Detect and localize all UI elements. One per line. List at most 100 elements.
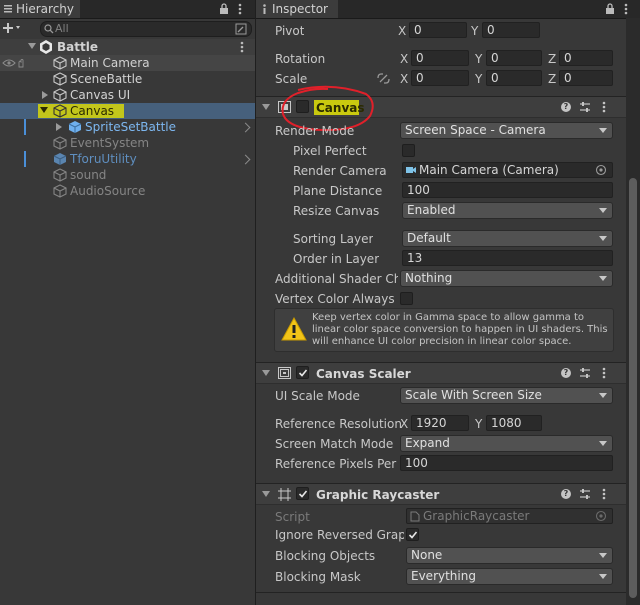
hierarchy-item-scenebattle[interactable]: SceneBattle (0, 71, 255, 87)
axis-y-label: Y (475, 72, 483, 86)
ignore-reversed-label: Ignore Reversed Graph (275, 528, 404, 542)
hierarchy-item-label: EventSystem (70, 136, 150, 150)
foldout-arrow-icon[interactable] (262, 370, 270, 376)
more-menu-icon[interactable] (238, 3, 242, 15)
foldout-arrow-icon[interactable] (262, 491, 270, 497)
hierarchy-item-eventsystem[interactable]: EventSystem (0, 135, 255, 151)
canvas-scaler-header[interactable]: Canvas Scaler ? (256, 362, 640, 384)
chevron-right-icon[interactable] (240, 122, 251, 133)
render-mode-dropdown[interactable]: Screen Space - Camera (400, 122, 613, 139)
screen-match-mode-value: Expand (405, 436, 450, 450)
warning-icon (281, 317, 307, 341)
axis-z-label: Z (548, 52, 557, 66)
more-menu-icon[interactable] (624, 3, 628, 15)
expand-arrow-icon[interactable] (56, 123, 62, 131)
tab-inspector[interactable]: Inspector (256, 0, 338, 18)
pivot-y-field[interactable]: 0 (482, 22, 540, 38)
preset-sliders-icon[interactable] (579, 367, 591, 379)
scale-x-field[interactable]: 0 (411, 70, 469, 86)
shader-channels-value: Nothing (405, 271, 453, 285)
chevron-right-icon[interactable] (240, 154, 251, 165)
visibility-eye-icon[interactable] (2, 59, 16, 67)
ignore-reversed-checkbox[interactable] (406, 528, 419, 541)
shader-channels-dropdown[interactable]: Nothing (400, 270, 613, 287)
hierarchy-item-audiosource[interactable]: AudioSource (0, 183, 255, 199)
order-in-layer-label: Order in Layer (293, 252, 380, 266)
render-mode-value: Screen Space - Camera (405, 123, 546, 137)
hierarchy-panel: Hierarchy All Battle Main Camera SceneBa… (0, 0, 256, 605)
screen-match-mode-label: Screen Match Mode (275, 437, 394, 451)
lock-icon[interactable] (219, 3, 229, 15)
help-icon[interactable]: ? (561, 102, 571, 112)
tab-hierarchy[interactable]: Hierarchy (0, 0, 80, 18)
plane-distance-field[interactable]: 100 (402, 182, 613, 198)
reference-x-field[interactable]: 1920 (411, 415, 469, 431)
pixel-perfect-checkbox[interactable] (402, 144, 415, 157)
lock-icon[interactable] (605, 3, 615, 15)
component-menu-icon[interactable] (602, 101, 606, 113)
rotation-label: Rotation (275, 52, 326, 66)
chevron-down-icon (599, 574, 607, 579)
component-menu-icon[interactable] (602, 367, 606, 379)
canvas-scaler-enabled-checkbox[interactable] (296, 366, 309, 379)
hierarchy-item-tforuutility[interactable]: TforuUtility (0, 151, 255, 167)
hierarchy-item-canvas[interactable]: Canvas (0, 103, 255, 119)
gameobject-cube-icon (53, 72, 67, 86)
scrollbar-thumb[interactable] (629, 178, 637, 598)
hierarchy-item-spritesetbattle[interactable]: SpriteSetBattle (0, 119, 255, 135)
checkmark-icon (298, 490, 308, 498)
object-picker-icon[interactable] (595, 164, 607, 176)
axis-z-label: Z (548, 72, 557, 86)
order-in-layer-field[interactable]: 13 (402, 250, 613, 266)
constrain-proportions-icon[interactable] (377, 73, 390, 84)
sorting-layer-dropdown[interactable]: Default (402, 230, 613, 247)
render-mode-label: Render Mode (275, 124, 355, 138)
render-camera-field[interactable]: Main Camera (Camera) (402, 162, 613, 178)
preset-sliders-icon[interactable] (579, 101, 591, 113)
preset-sliders-icon[interactable] (579, 488, 591, 500)
blocking-objects-value: None (411, 548, 443, 562)
graphic-raycaster-title: Graphic Raycaster (316, 488, 440, 502)
help-icon[interactable]: ? (561, 489, 571, 499)
hierarchy-item-main-camera[interactable]: Main Camera (0, 55, 255, 71)
ui-scale-mode-dropdown[interactable]: Scale With Screen Size (400, 387, 613, 404)
raycaster-enabled-checkbox[interactable] (296, 487, 309, 500)
search-filter-icon[interactable] (235, 23, 247, 35)
reference-y-field[interactable]: 1080 (486, 415, 542, 431)
pickable-hand-icon[interactable] (17, 59, 25, 68)
expand-arrow-icon[interactable] (28, 43, 36, 49)
scale-y-field[interactable]: 0 (486, 70, 542, 86)
search-input[interactable]: All (40, 21, 252, 37)
rotation-z-field[interactable]: 0 (559, 50, 613, 66)
component-menu-icon[interactable] (602, 488, 606, 500)
reference-pixels-label: Reference Pixels Per U (275, 457, 398, 471)
hierarchy-item-sound[interactable]: sound (0, 167, 255, 183)
hierarchy-item-canvas-ui[interactable]: Canvas UI (0, 87, 255, 103)
rotation-x-field[interactable]: 0 (411, 50, 469, 66)
tab-hierarchy-label: Hierarchy (16, 2, 75, 16)
resize-canvas-dropdown[interactable]: Enabled (402, 202, 613, 219)
warning-helpbox: Keep vertex color in Gamma space to allo… (274, 308, 614, 352)
scene-row-battle[interactable]: Battle (0, 39, 255, 55)
expand-arrow-icon[interactable] (40, 107, 48, 113)
chevron-down-icon (599, 276, 607, 281)
hierarchy-item-label: SpriteSetBattle (85, 120, 177, 134)
vertex-color-checkbox[interactable] (400, 292, 413, 305)
inspector-scrollbar[interactable] (626, 18, 640, 605)
pivot-x-field[interactable]: 0 (409, 22, 467, 38)
rotation-y-field[interactable]: 0 (486, 50, 542, 66)
scale-z-field[interactable]: 0 (559, 70, 613, 86)
reference-resolution-label: Reference Resolution (275, 417, 402, 431)
hierarchy-item-label: SceneBattle (70, 72, 143, 86)
screen-match-mode-dropdown[interactable]: Expand (400, 435, 613, 452)
graphic-raycaster-header[interactable]: Graphic Raycaster ? (256, 483, 640, 505)
scene-menu-icon[interactable] (240, 41, 244, 53)
blocking-objects-dropdown[interactable]: None (406, 547, 613, 564)
foldout-arrow-icon[interactable] (262, 104, 270, 110)
object-picker-icon (595, 510, 607, 522)
help-icon[interactable]: ? (561, 368, 571, 378)
expand-arrow-icon[interactable] (42, 91, 48, 99)
add-button[interactable] (2, 22, 24, 34)
blocking-mask-dropdown[interactable]: Everything (406, 568, 613, 585)
reference-pixels-field[interactable]: 100 (400, 455, 613, 471)
